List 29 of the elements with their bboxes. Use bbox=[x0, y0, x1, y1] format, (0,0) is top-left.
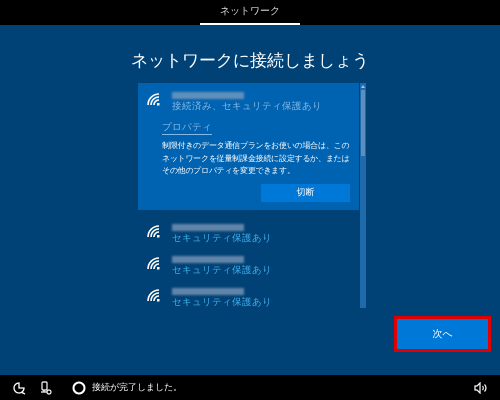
properties-link[interactable]: プロパティ bbox=[162, 121, 212, 135]
scroll-up-icon[interactable] bbox=[361, 85, 365, 88]
circle-icon[interactable] bbox=[72, 380, 86, 394]
description-text: 制限付きのデータ通信プランをお使いの場合は、このネットワークを従量制課金接続に設定するか、またはその他のプロパティを変更できます。 bbox=[162, 140, 350, 177]
disconnect-button[interactable]: 切断 bbox=[261, 184, 350, 202]
network-item[interactable]: セキュリティ保護あり bbox=[138, 218, 359, 250]
network-item[interactable]: セキュリティ保護あり bbox=[138, 282, 359, 308]
network-status: セキュリティ保護あり bbox=[172, 232, 272, 244]
network-item[interactable]: 接続済み、セキュリティ保護あり プロパティ 制限付きのデータ通信プランをお使いの場合は、このネットワークを従量制課金接続に設定するか、またはその他のプロパティを変更できます。 切断 bbox=[138, 83, 359, 210]
network-item[interactable]: セキュリティ保護あり bbox=[138, 250, 359, 282]
blurred-network-name bbox=[172, 256, 244, 262]
page-title: ネットワークに接続しましょう bbox=[131, 50, 369, 72]
next-button[interactable]: 次へ bbox=[397, 319, 488, 349]
speaker-icon[interactable] bbox=[474, 382, 488, 394]
blurred-network-name bbox=[172, 288, 244, 294]
scrollbar-thumb[interactable] bbox=[361, 90, 365, 156]
blurred-network-name bbox=[172, 92, 244, 99]
tab[interactable]: ネットワーク bbox=[200, 0, 300, 25]
network-status: 接続済み、セキュリティ保護あり bbox=[172, 101, 322, 113]
blurred-network-name bbox=[172, 224, 244, 230]
network-status: セキュリティ保護あり bbox=[172, 296, 272, 308]
wifi-icon bbox=[147, 256, 161, 270]
accessibility-icon[interactable] bbox=[12, 380, 26, 394]
wifi-icon bbox=[147, 224, 161, 238]
scrollbar[interactable] bbox=[360, 83, 366, 308]
network-status: セキュリティ保護あり bbox=[172, 264, 272, 276]
wifi-icon bbox=[147, 288, 161, 302]
wifi-icon bbox=[147, 93, 161, 106]
status-text: 接続が完了しました。 bbox=[92, 380, 182, 394]
